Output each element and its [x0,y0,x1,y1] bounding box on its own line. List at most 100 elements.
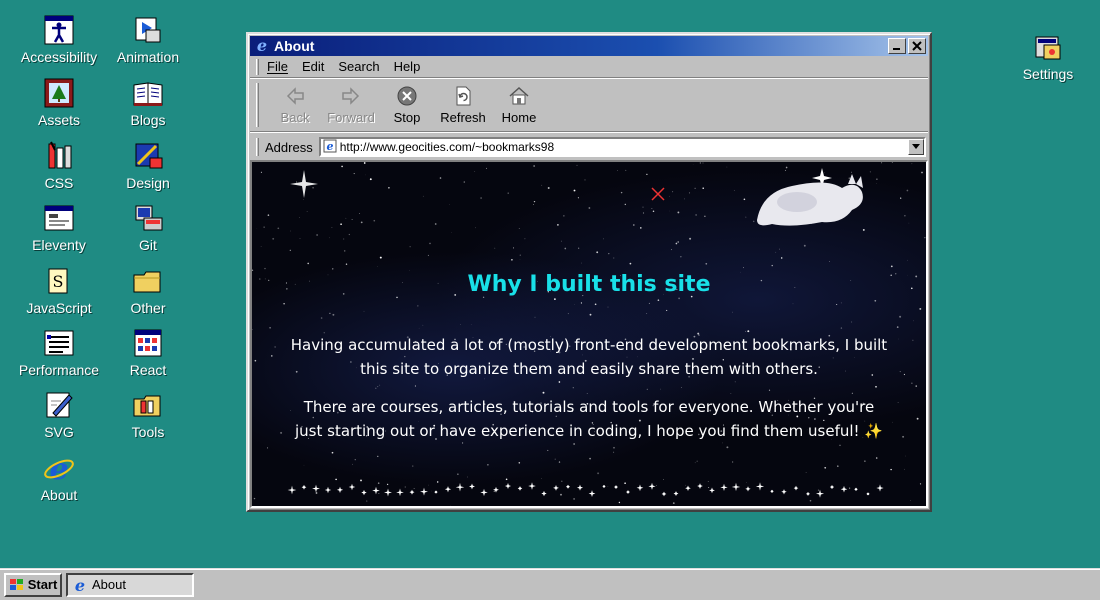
desktop-icon-tools[interactable]: Tools [103,389,193,440]
svg-text:e: e [326,140,333,153]
back-label: Back [280,110,310,125]
desktop-icon-label: Design [126,175,170,191]
desktop-icon-performance[interactable]: Performance [14,327,104,378]
svg-icon [43,389,75,421]
desktop-icon-eleventy[interactable]: Eleventy [14,202,104,253]
desktop-icon-label: Git [139,237,157,253]
desktop-icon-css[interactable]: CSS [14,140,104,191]
git-icon [132,202,164,234]
address-label: Address [265,139,313,155]
menu-file[interactable]: File [267,59,288,74]
home-label: Home [501,110,537,125]
settings-icon [1032,31,1064,63]
desktop-icon-label: Performance [18,362,100,378]
page-icon: e [323,139,337,156]
home-icon [507,84,531,108]
desktop-icon-label: Other [130,300,166,316]
refresh-label: Refresh [440,110,486,125]
desktop-icon-react[interactable]: React [103,327,193,378]
desktop-icon-label: Accessibility [20,49,98,65]
page-paragraph-1: Having accumulated a lot of (mostly) fro… [290,336,888,378]
performance-icon [43,327,75,359]
desktop-icon-settings[interactable]: Settings [1003,31,1093,82]
desktop-icon-design[interactable]: Design [103,140,193,191]
menu-grip[interactable] [256,58,259,75]
design-icon [132,140,164,172]
desktop-icon-label: Animation [116,49,180,65]
taskbar-item-about[interactable]: e About [66,572,194,597]
desktop-icon-about[interactable]: e About [14,452,104,503]
assets-icon [43,77,75,109]
windows-logo-icon [9,578,23,590]
page-content[interactable]: Why I built this site Having accumulated… [250,160,928,508]
back-button[interactable]: Back [267,84,323,125]
svg-text:e: e [49,452,68,484]
desktop-icon-svg[interactable]: SVG [14,389,104,440]
address-dropdown-button[interactable] [908,139,924,155]
taskbar: Start e About [0,568,1100,600]
animation-icon [132,14,164,46]
desktop-icon-assets[interactable]: Assets [14,77,104,128]
desktop-icon-label: Assets [37,112,80,128]
home-button[interactable]: Home [491,84,547,125]
svg-text:e: e [75,577,85,593]
desktop-icon-git[interactable]: Git [103,202,193,253]
menu-search[interactable]: Search [338,59,379,74]
toolbar-grip[interactable] [256,82,259,127]
desktop-icon-label: CSS [44,175,74,191]
desktop-icon-animation[interactable]: Animation [103,14,193,65]
desktop-icon-javascript[interactable]: S JavaScript [14,265,104,316]
desktop-icon-label: Tools [131,424,165,440]
desktop-icon-blogs[interactable]: Blogs [103,77,193,128]
desktop-icon-label: Blogs [130,112,166,128]
accessibility-icon [43,14,75,46]
stop-button[interactable]: Stop [379,84,435,125]
menu-help[interactable]: Help [394,59,421,74]
menu-bar: File Edit Search Help [250,56,928,78]
desktop-icon-accessibility[interactable]: Accessibility [14,14,104,65]
taskbar-item-label: About [92,577,126,592]
svg-text:S: S [53,272,64,291]
window-titlebar[interactable]: e About [250,36,928,56]
css-icon [43,140,75,172]
stop-icon [395,84,419,108]
window-title: About [274,38,315,54]
desktop-icon-label: SVG [44,424,74,440]
react-icon [132,327,164,359]
desktop-icon-label: JavaScript [26,300,92,316]
minimize-icon [893,48,900,50]
internet-explorer-icon: e [75,577,85,593]
desktop-icon-label: Settings [1022,66,1074,82]
start-button[interactable]: Start [4,572,62,597]
address-bar: Address e http://www.geocities.com/~book… [250,135,928,159]
refresh-icon [451,84,475,108]
forward-button[interactable]: Forward [323,84,379,125]
tools-icon [132,389,164,421]
blogs-icon [132,77,164,109]
page-paragraph-2: There are courses, articles, tutorials a… [294,398,883,440]
page-body: Why I built this site Having accumulated… [252,272,926,457]
address-input[interactable]: e http://www.geocities.com/~bookmarks98 [318,137,926,157]
sparkle-border [287,482,884,498]
folder-icon [132,265,164,297]
back-arrow-icon [283,84,307,108]
refresh-button[interactable]: Refresh [435,84,491,125]
javascript-icon: S [43,265,75,297]
minimize-button[interactable] [888,38,906,54]
address-grip[interactable] [256,138,259,156]
desktop-icon-label: React [129,362,167,378]
internet-explorer-icon: e [254,36,270,56]
browser-window[interactable]: e About File Edit Search Help Back Forwa… [246,32,932,512]
desktop-icon-label: Eleventy [32,237,86,253]
page-heading: Why I built this site [467,272,711,297]
address-url: http://www.geocities.com/~bookmarks98 [339,140,555,154]
cat-icon [757,174,863,226]
menu-edit[interactable]: Edit [302,59,324,74]
desktop-icon-label: About [40,487,78,503]
forward-label: Forward [327,110,375,125]
desktop-icon-other[interactable]: Other [103,265,193,316]
sparkle-icon [290,168,832,201]
close-button[interactable] [908,38,926,54]
stop-label: Stop [393,110,421,125]
internet-explorer-icon: e [43,452,75,484]
